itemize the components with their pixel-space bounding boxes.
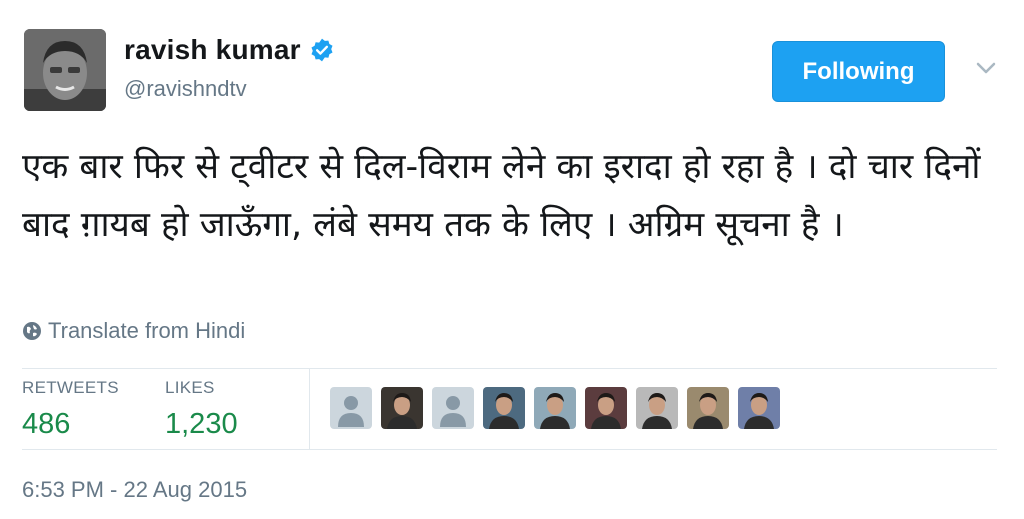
default-avatar-icon [432, 387, 474, 429]
profile-photo [24, 29, 106, 111]
liker-avatar[interactable] [330, 387, 372, 429]
globe-icon [23, 322, 41, 340]
tweet-timestamp[interactable]: 6:53 PM - 22 Aug 2015 [22, 477, 247, 503]
divider-top [22, 368, 997, 369]
retweets-label: RETWEETS [22, 378, 119, 397]
chevron-down-icon[interactable] [974, 58, 998, 78]
translate-link[interactable]: Translate from Hindi [22, 318, 245, 344]
liker-avatar[interactable] [534, 387, 576, 429]
likes-count[interactable]: 1,230 [165, 408, 238, 441]
retweets-count[interactable]: 486 [22, 408, 119, 441]
tweet-text: एक बार फिर से ट्वीटर से दिल-विराम लेने क… [22, 147, 981, 245]
profile-photo [381, 387, 423, 429]
liker-avatar[interactable] [687, 387, 729, 429]
liker-avatar[interactable] [432, 387, 474, 429]
likes-stat[interactable]: LIKES 1,230 [165, 378, 238, 441]
stats-separator [309, 369, 310, 449]
default-avatar-icon [330, 387, 372, 429]
liker-avatar[interactable] [738, 387, 780, 429]
display-name[interactable]: ravish kumar [124, 34, 301, 66]
liker-avatar[interactable] [381, 387, 423, 429]
profile-photo [534, 387, 576, 429]
following-button[interactable]: Following [772, 41, 945, 102]
user-handle[interactable]: @ravishndtv [124, 76, 247, 102]
retweets-stat[interactable]: RETWEETS 486 [22, 378, 119, 441]
profile-photo [585, 387, 627, 429]
profile-photo [687, 387, 729, 429]
verified-badge-icon [311, 38, 333, 62]
user-name-row[interactable]: ravish kumar [124, 34, 335, 66]
profile-photo [738, 387, 780, 429]
liker-avatar[interactable] [636, 387, 678, 429]
likers-list [330, 387, 789, 429]
avatar[interactable] [24, 29, 106, 111]
profile-photo [636, 387, 678, 429]
liker-avatar[interactable] [585, 387, 627, 429]
liker-avatar[interactable] [483, 387, 525, 429]
likes-label: LIKES [165, 378, 215, 397]
translate-label[interactable]: Translate from Hindi [48, 318, 245, 344]
divider-bottom [22, 449, 997, 450]
profile-photo [483, 387, 525, 429]
